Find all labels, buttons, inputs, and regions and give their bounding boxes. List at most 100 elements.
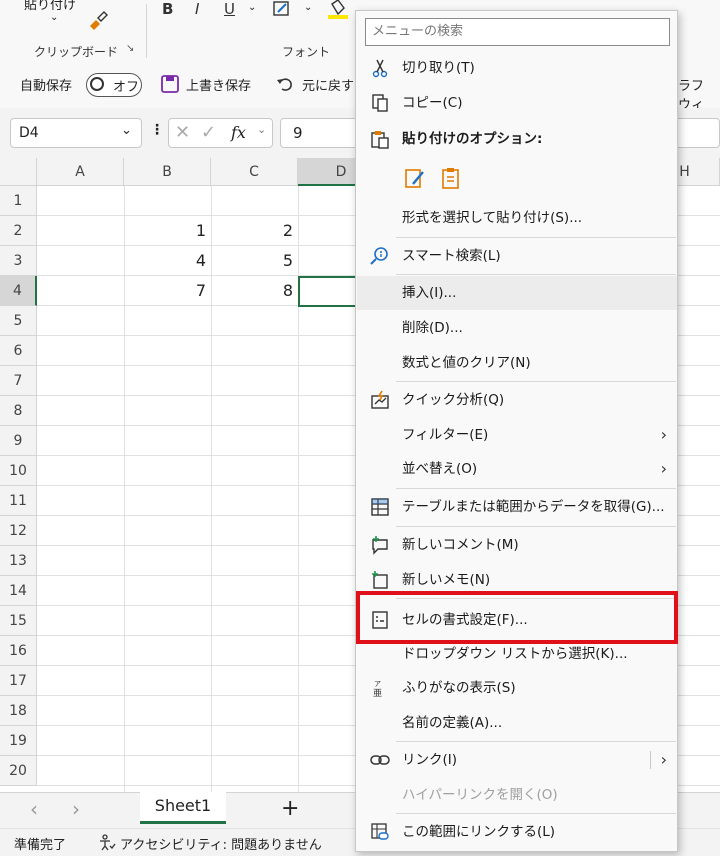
next-sheet-button[interactable]: › [72, 797, 80, 821]
chevron-down-icon[interactable]: ⌄ [257, 123, 266, 136]
menu-item-delete[interactable]: 削除(D)... [357, 311, 677, 345]
row-header-17[interactable]: 17 [0, 666, 37, 696]
undo-button[interactable]: 元に戻す [302, 75, 354, 94]
autosave-toggle[interactable]: オフ [86, 73, 142, 97]
menu-search-input[interactable]: メニューの検索 [365, 18, 670, 46]
row-header-5[interactable]: 5 [0, 306, 37, 336]
more-options-icon[interactable]: ⋮ [150, 122, 164, 138]
chevron-down-icon[interactable]: ⌄ [248, 2, 256, 13]
prev-sheet-button[interactable]: ‹ [30, 797, 38, 821]
column-header-c[interactable]: C [211, 158, 298, 186]
row-header-2[interactable]: 2 [0, 216, 37, 246]
menu-item-link-to-range[interactable]: この範囲にリンクする(L) [357, 815, 677, 849]
select-all-corner[interactable] [0, 158, 37, 186]
paste-formatting-icon[interactable] [403, 166, 427, 190]
cell-c2[interactable]: 2 [211, 216, 297, 246]
add-sheet-button[interactable]: + [281, 796, 299, 821]
underline-button[interactable]: U [224, 0, 235, 18]
save-icon[interactable] [160, 74, 180, 94]
autosave-state: オフ [113, 80, 140, 95]
accessibility-status[interactable]: アクセシビリティ: 問題ありません [120, 834, 322, 853]
name-box[interactable]: D4 ⌄ [10, 118, 142, 148]
paste-values-icon[interactable] [439, 166, 463, 190]
menu-item-label: 切り取り(T) [402, 60, 475, 76]
menu-item-new-comment[interactable]: 新しいコメント(M) [357, 528, 677, 562]
italic-button[interactable]: I [195, 0, 199, 18]
autosave-label: 自動保存 [20, 79, 73, 94]
menu-item-cut[interactable]: 切り取り(T) [357, 51, 677, 85]
menu-item-filter[interactable]: フィルター(E) › [357, 418, 677, 452]
new-comment-icon [372, 536, 388, 555]
paste-button[interactable]: 貼り付け ⌄ [22, 0, 82, 34]
chevron-right-icon[interactable]: › [661, 743, 667, 777]
insert-function-button[interactable]: fx [231, 123, 246, 142]
row-header-7[interactable]: 7 [0, 366, 37, 396]
menu-item-clear-contents[interactable]: 数式と値のクリア(N) [357, 346, 677, 380]
menu-item-copy[interactable]: コピー(C) [357, 86, 677, 120]
chevron-down-icon[interactable]: ⌄ [304, 2, 312, 13]
menu-item-define-name[interactable]: 名前の定義(A)... [357, 706, 677, 740]
row-header-14[interactable]: 14 [0, 576, 37, 606]
menu-item-paste-special[interactable]: 形式を選択して貼り付け(S)... [357, 201, 677, 235]
menu-item-label: 貼り付けのオプション: [402, 131, 543, 147]
row-header-19[interactable]: 19 [0, 726, 37, 756]
row-header-10[interactable]: 10 [0, 456, 37, 486]
sheet-tab-active[interactable]: Sheet1 [140, 792, 226, 824]
group-divider [146, 4, 147, 58]
dialog-launcher-icon[interactable]: ↘ [126, 43, 134, 54]
smart-lookup-icon [370, 247, 388, 265]
cell-b2[interactable]: 1 [124, 216, 210, 246]
menu-item-phonetic[interactable]: ア亜 ふりがなの表示(S) [357, 671, 677, 705]
chevron-down-icon[interactable]: ⌄ [121, 123, 132, 138]
row-header-18[interactable]: 18 [0, 696, 37, 726]
column-header-b[interactable]: B [124, 158, 211, 186]
column-header-a[interactable]: A [37, 158, 124, 186]
cell-c4[interactable]: 8 [211, 276, 297, 306]
cell-b4[interactable]: 7 [124, 276, 210, 306]
split-divider [650, 751, 651, 769]
menu-item-label: 並べ替え(O) [402, 461, 478, 477]
row-header-15[interactable]: 15 [0, 606, 37, 636]
row-header-4[interactable]: 4 [0, 276, 37, 306]
format-painter-icon[interactable] [86, 8, 110, 32]
row-header-11[interactable]: 11 [0, 486, 37, 516]
row-header-12[interactable]: 12 [0, 516, 37, 546]
menu-item-smart-lookup[interactable]: スマート検索(L) [357, 239, 677, 273]
menu-item-insert[interactable]: 挿入(I)... [357, 276, 677, 310]
row-header-1[interactable]: 1 [0, 186, 37, 216]
row-header-20[interactable]: 20 [0, 756, 37, 786]
row-header-6[interactable]: 6 [0, 336, 37, 366]
quick-analysis-icon [371, 390, 389, 409]
formula-value: 9 [293, 124, 303, 142]
cell-b3[interactable]: 4 [124, 246, 210, 276]
row-header-8[interactable]: 8 [0, 396, 37, 426]
menu-item-label: コピー(C) [402, 95, 463, 111]
cancel-icon[interactable]: ✕ [175, 122, 190, 143]
accessibility-icon[interactable] [98, 834, 116, 852]
sheet-tab-label: Sheet1 [154, 796, 212, 815]
row-header-3[interactable]: 3 [0, 246, 37, 276]
table-icon [371, 498, 389, 516]
fill-color-icon[interactable] [326, 0, 350, 20]
row-header-16[interactable]: 16 [0, 636, 37, 666]
menu-item-get-data[interactable]: テーブルまたは範囲からデータを取得(G)... [357, 490, 677, 524]
menu-item-quick-analysis[interactable]: クイック分析(Q) [357, 383, 677, 417]
save-button[interactable]: 上書き保存 [186, 75, 251, 94]
menu-item-label: ふりがなの表示(S) [402, 680, 516, 696]
border-icon[interactable] [272, 0, 292, 18]
svg-text:ア: ア [374, 680, 381, 688]
menu-item-link[interactable]: リンク(I) › [357, 743, 677, 777]
menu-item-open-hyperlink: ハイパーリンクを開く(O) [357, 778, 677, 812]
clipboard-group-label: クリップボード [34, 45, 119, 59]
confirm-icon[interactable]: ✓ [201, 122, 216, 143]
paste-icon [371, 131, 389, 149]
menu-separator [396, 526, 676, 527]
menu-item-sort[interactable]: 並べ替え(O) › [357, 452, 677, 486]
row-header-9[interactable]: 9 [0, 426, 37, 456]
copy-icon [372, 94, 388, 112]
menu-item-paste-options: 貼り付けのオプション: [357, 122, 677, 156]
bold-button[interactable]: B [162, 0, 173, 18]
undo-icon[interactable] [275, 74, 295, 94]
cell-c3[interactable]: 5 [211, 246, 297, 276]
row-header-13[interactable]: 13 [0, 546, 37, 576]
